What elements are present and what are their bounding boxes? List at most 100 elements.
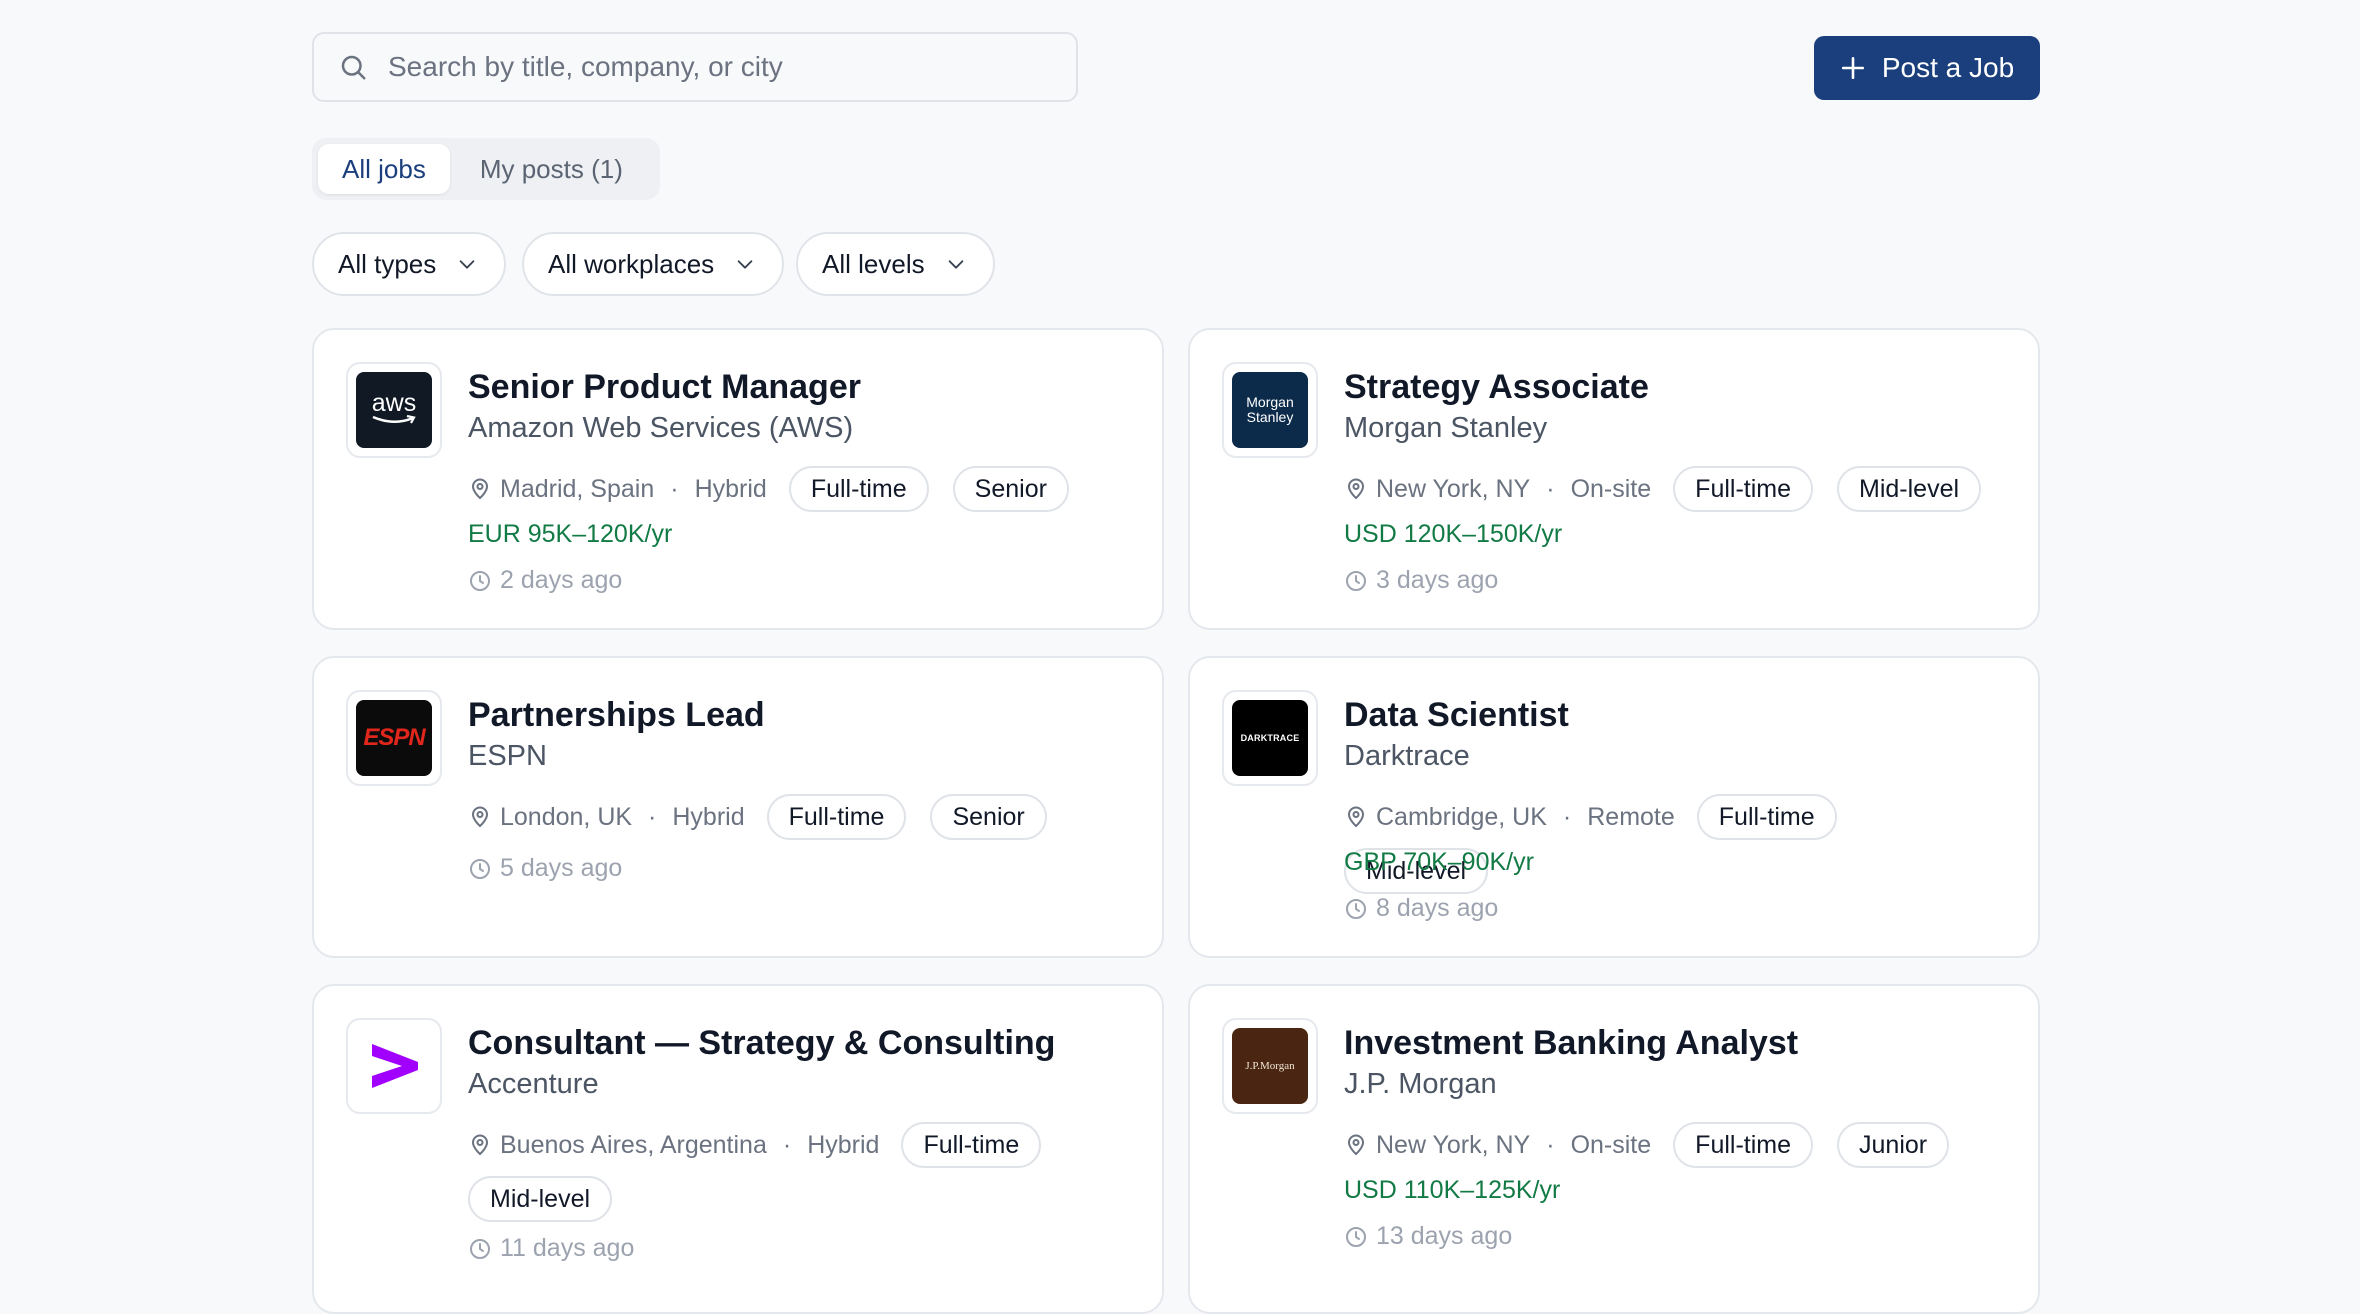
posted-time: 3 days ago [1344,566,1498,595]
posted-text: 13 days ago [1376,1222,1513,1250]
company-name: ESPN [468,740,547,772]
logo-text: Morgan [1246,394,1294,410]
job-type-badge: Full-time [766,794,907,840]
location-text: New York, NY [1376,474,1531,503]
salary: USD 120K–150K/yr [1344,520,1563,548]
smile-arrow-icon [372,415,416,424]
job-level-badge: Mid-level [1837,466,1982,512]
post-job-label: Post a Job [1881,52,2015,83]
clock-icon [470,570,490,591]
job-location: New York, NY · On-site [1344,466,1651,512]
company-name: Morgan Stanley [1344,412,1548,444]
clock-icon [1346,570,1366,591]
map-pin-icon [1347,478,1365,500]
search-input[interactable] [386,50,1076,84]
job-card[interactable]: J.P.Morgan Investment Banking Analyst J.… [1188,984,2040,1314]
job-location: New York, NY · On-site [1344,1122,1651,1168]
workplace-text: On-site [1570,1130,1652,1159]
morgan-stanley-logo: Morgan Stanley [1232,372,1308,448]
location-text: Madrid, Spain [500,474,655,503]
filter-type-dropdown[interactable]: All types [312,232,507,296]
company-name: Accenture [468,1068,599,1100]
filter-level-label: All levels [822,248,925,279]
filter-workplace-label: All workplaces [548,248,715,279]
job-location: Buenos Aires, Argentina · Hybrid [468,1122,879,1168]
job-card[interactable]: DARKTRACE Data Scientist Darktrace Cambr… [1188,656,2040,958]
job-title[interactable]: Strategy Associate [1344,368,1649,407]
search-bar[interactable] [312,32,1078,102]
job-level-badge: Mid-level [468,1176,613,1222]
clock-icon [1346,898,1366,919]
clock-icon [470,858,490,879]
location-text: London, UK [500,802,633,831]
posted-time: 2 days ago [468,566,622,595]
workplace-text: Hybrid [694,474,767,503]
chevron-down-icon [948,260,963,269]
company-logo: aws [346,362,442,458]
search-icon [341,55,366,80]
job-type-badge: Full-time [1696,794,1837,840]
posted-text: 3 days ago [1376,566,1499,594]
job-meta: Buenos Aires, Argentina · Hybrid Full-time… [468,1122,1148,1222]
posted-time: 5 days ago [468,854,622,883]
map-pin-icon [471,478,489,500]
job-card[interactable]: ESPN Partnerships Lead ESPN London, UK · H… [312,656,1164,958]
darktrace-logo: DARKTRACE [1232,700,1308,776]
job-location: London, UK · Hybrid [468,794,745,840]
map-pin-icon [471,806,489,828]
posted-text: 2 days ago [500,566,623,594]
job-level-badge: Junior [1837,1122,1950,1168]
workplace-text: On-site [1570,474,1652,503]
clock-icon [1346,1226,1366,1247]
job-card[interactable]: Morgan Stanley Strategy Associate Morgan… [1188,328,2040,630]
job-meta: London, UK · Hybrid Full-time Senior [468,794,1148,840]
jpmorgan-logo: J.P.Morgan [1232,1028,1308,1104]
tab-all-jobs[interactable]: All jobs [318,144,450,194]
filter-workplace-dropdown[interactable]: All workplaces [522,232,785,296]
job-meta: New York, NY · On-site Full-time Mid-level [1344,466,2024,512]
plus-icon [1841,56,1864,80]
job-card[interactable]: Consultant — Strategy & Consulting Accen… [312,984,1164,1314]
tab-bar: All jobs My posts (1) [312,138,660,200]
job-title[interactable]: Partnerships Lead [468,696,765,735]
company-name: J.P. Morgan [1344,1068,1497,1100]
job-meta: Cambridge, UK · Remote Full-time Mid-level [1344,794,2024,894]
job-title[interactable]: Investment Banking Analyst [1344,1024,1798,1063]
map-pin-icon [1347,1134,1365,1156]
job-title[interactable]: Consultant — Strategy & Consulting [468,1024,1055,1063]
tab-my-posts[interactable]: My posts (1) [456,144,647,194]
location-text: New York, NY [1376,1130,1531,1159]
job-title[interactable]: Senior Product Manager [468,368,861,407]
job-meta: New York, NY · On-site Full-time Junior [1344,1122,2024,1168]
posted-time: 8 days ago [1344,894,1498,923]
job-type-badge: Full-time [1673,466,1814,512]
company-logo: ESPN [346,690,442,786]
logo-text: Stanley [1246,409,1294,425]
clock-icon [470,1238,490,1259]
job-type-badge: Full-time [788,466,929,512]
posted-text: 8 days ago [1376,894,1499,922]
job-title[interactable]: Data Scientist [1344,696,1569,735]
accenture-logo [356,1028,432,1104]
posted-time: 11 days ago [468,1234,634,1263]
workplace-text: Hybrid [672,802,745,831]
job-location: Cambridge, UK · Remote [1344,794,1675,840]
workplace-text: Hybrid [807,1130,880,1159]
job-meta: Madrid, Spain · Hybrid Full-time Senior [468,466,1148,512]
job-type-badge: Full-time [901,1122,1042,1168]
filter-level-dropdown[interactable]: All levels [796,232,995,296]
logo-text: J.P.Morgan [1245,1060,1295,1072]
job-type-badge: Full-time [1673,1122,1814,1168]
logo-text: aws [371,389,417,417]
chevron-down-icon [459,260,475,269]
aws-logo: aws [356,372,432,448]
company-logo [346,1018,442,1114]
company-logo: DARKTRACE [1222,690,1318,786]
filter-type-label: All types [338,248,437,279]
company-logo: Morgan Stanley [1222,362,1318,458]
job-card[interactable]: aws Senior Product Manager Amazon Web Se… [312,328,1164,630]
logo-text: DARKTRACE [1240,733,1300,743]
post-job-button[interactable]: Post a Job [1814,36,2040,100]
salary: EUR 95K–120K/yr [468,520,673,548]
posted-time: 13 days ago [1344,1222,1512,1251]
